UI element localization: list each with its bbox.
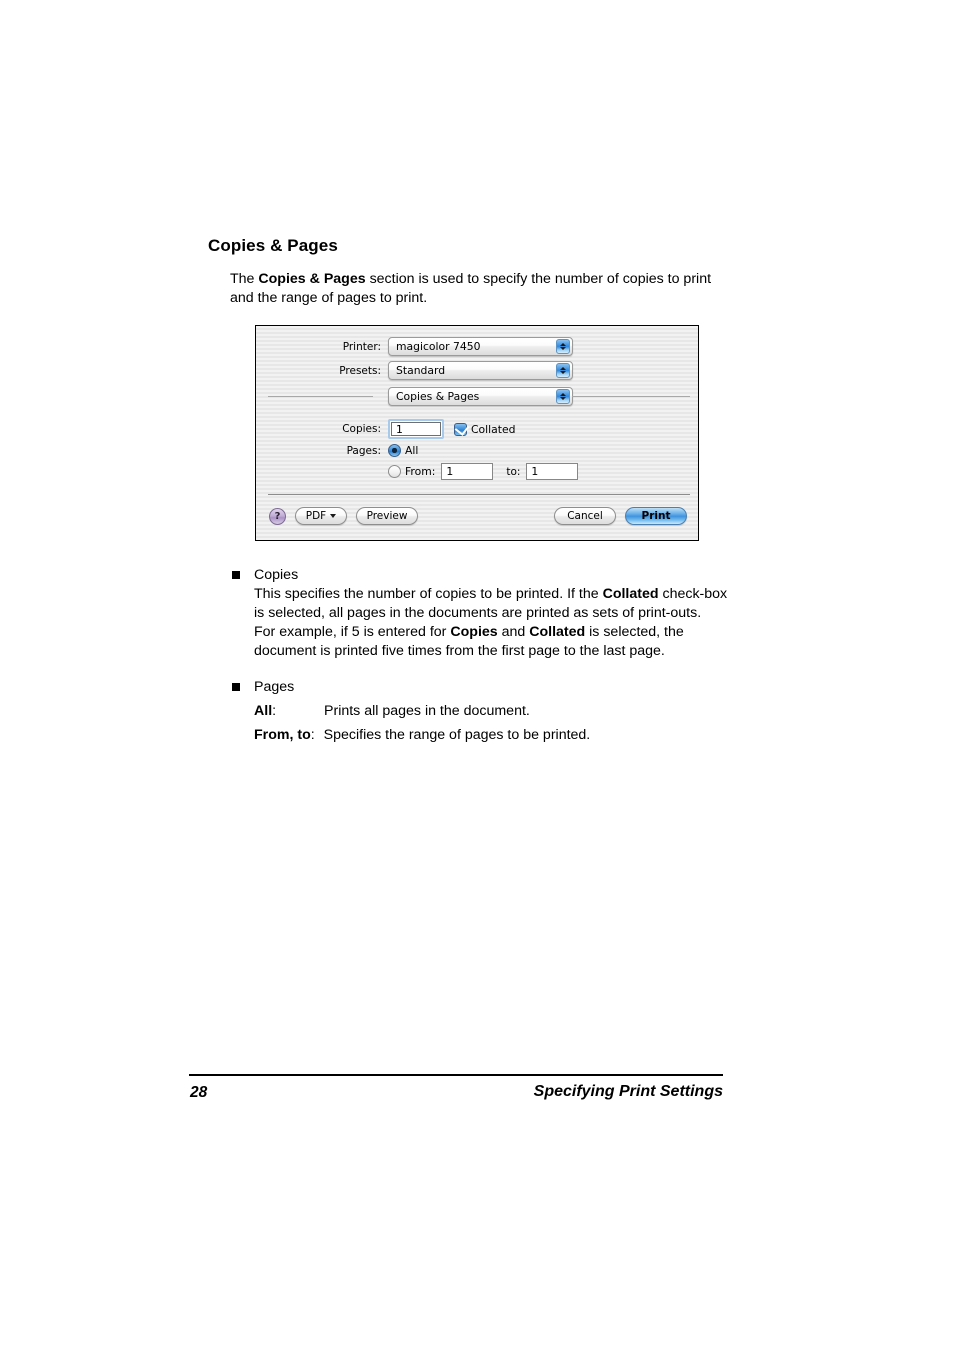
chevron-updown-icon[interactable] [556, 389, 570, 404]
help-button[interactable]: ? [269, 507, 286, 525]
check-icon [454, 420, 470, 436]
radio-from-label: From: [405, 465, 436, 478]
bullet-paragraph: For example, if 5 is entered for Copies … [254, 623, 732, 661]
pages-label: Pages: [346, 444, 381, 457]
to-input-value: 1 [531, 465, 539, 478]
dialog-confirm-bar: Cancel Print [554, 507, 687, 525]
arrow-up-icon [560, 342, 566, 346]
bullet-content: Copies This specifies the number of copi… [254, 566, 732, 661]
to-label: to: [506, 465, 521, 478]
bullet-title: Copies [254, 567, 299, 583]
printer-row: Printer: magicolor 7450 [256, 337, 698, 356]
list-item: Copies This specifies the number of copi… [232, 566, 732, 661]
cancel-button[interactable]: Cancel [554, 507, 616, 525]
text-segment: For example, if 5 is entered for [254, 624, 451, 640]
page-number: 28 [190, 1084, 208, 1101]
list-item: Pages [232, 678, 732, 697]
definition-row: From, to: Specifies the range of pages t… [254, 726, 590, 745]
arrow-down-icon [560, 397, 566, 401]
presets-value: Standard [396, 364, 446, 377]
copies-row: Copies: 1 Collated [256, 419, 698, 439]
preview-button-label: Preview [366, 510, 408, 522]
intro-text-bold: Copies & Pages [258, 271, 366, 287]
copies-input-value: 1 [391, 422, 441, 436]
intro-paragraph: The Copies & Pages section is used to sp… [230, 270, 730, 308]
section-separator-right [572, 396, 690, 397]
arrow-up-icon [560, 366, 566, 370]
radio-from[interactable]: From: [388, 465, 435, 478]
radio-all[interactable]: All [388, 444, 418, 457]
definition-description: Specifies the range of pages to be print… [323, 727, 591, 743]
presets-label: Presets: [339, 364, 381, 377]
pdf-button[interactable]: PDF [295, 507, 347, 525]
printer-popup-button[interactable]: magicolor 7450 [388, 337, 573, 356]
printer-label: Printer: [342, 340, 381, 353]
arrow-up-icon [560, 392, 566, 396]
footer-divider [189, 1074, 723, 1076]
running-title: Specifying Print Settings [533, 1083, 723, 1100]
text-segment-bold: Collated [529, 624, 586, 640]
preview-button[interactable]: Preview [356, 507, 418, 525]
print-button[interactable]: Print [625, 507, 687, 525]
radio-all-label: All [405, 444, 419, 457]
print-dialog: Printer: magicolor 7450 Presets: Standar… [255, 325, 699, 541]
presets-popup-button[interactable]: Standard [388, 361, 573, 380]
chevron-updown-icon[interactable] [556, 363, 570, 378]
print-button-label: Print [641, 510, 671, 522]
presets-row: Presets: Standard [256, 361, 698, 380]
pdf-button-label: PDF [305, 510, 327, 522]
section-separator-left [268, 396, 373, 397]
pages-all-row: Pages: All [256, 444, 698, 457]
button-bar-separator [268, 494, 690, 495]
pages-range-row: From: 1 to: 1 [256, 463, 698, 480]
to-input[interactable]: 1 [526, 463, 579, 480]
text-segment-bold: Collated [602, 586, 659, 602]
arrow-down-icon [560, 347, 566, 351]
bullet-title: Pages [254, 679, 295, 695]
collated-label: Collated [471, 422, 516, 436]
section-value: Copies & Pages [396, 390, 480, 403]
bullet-square-icon [232, 571, 240, 579]
checkbox-icon[interactable] [454, 420, 470, 436]
bullet-paragraph: This specifies the number of copies to b… [254, 585, 732, 623]
collated-checkbox[interactable]: Collated [454, 420, 516, 436]
from-input[interactable]: 1 [441, 463, 494, 480]
definition-separator: : [272, 703, 277, 719]
chevron-down-icon [330, 514, 337, 518]
bullet-square-icon [232, 683, 240, 691]
section-popup-button[interactable]: Copies & Pages [388, 387, 573, 406]
dialog-button-bar: ? PDF Preview [269, 507, 418, 525]
text-segment: and [497, 624, 530, 640]
definition-term: All [254, 703, 273, 719]
bullet-content: Pages [254, 678, 732, 697]
printer-value: magicolor 7450 [396, 340, 481, 353]
radio-icon-selected[interactable] [388, 444, 401, 457]
chevron-updown-icon[interactable] [556, 339, 570, 354]
from-input-value: 1 [446, 465, 454, 478]
definition-description: Prints all pages in the document. [324, 703, 530, 719]
text-segment-bold: Copies [450, 624, 498, 640]
definition-term: From, to [254, 727, 311, 743]
copies-input[interactable]: 1 [388, 419, 444, 439]
page-title: Copies & Pages [208, 236, 338, 255]
intro-text-lead: The [230, 271, 259, 287]
arrow-down-icon [560, 371, 566, 375]
definition-separator: : [310, 727, 315, 743]
text-segment: This specifies the number of copies to b… [254, 586, 603, 602]
copies-label: Copies: [342, 423, 381, 435]
cancel-button-label: Cancel [567, 510, 603, 522]
definition-row: All: Prints all pages in the document. [254, 702, 530, 721]
radio-icon-unselected[interactable] [388, 465, 401, 478]
